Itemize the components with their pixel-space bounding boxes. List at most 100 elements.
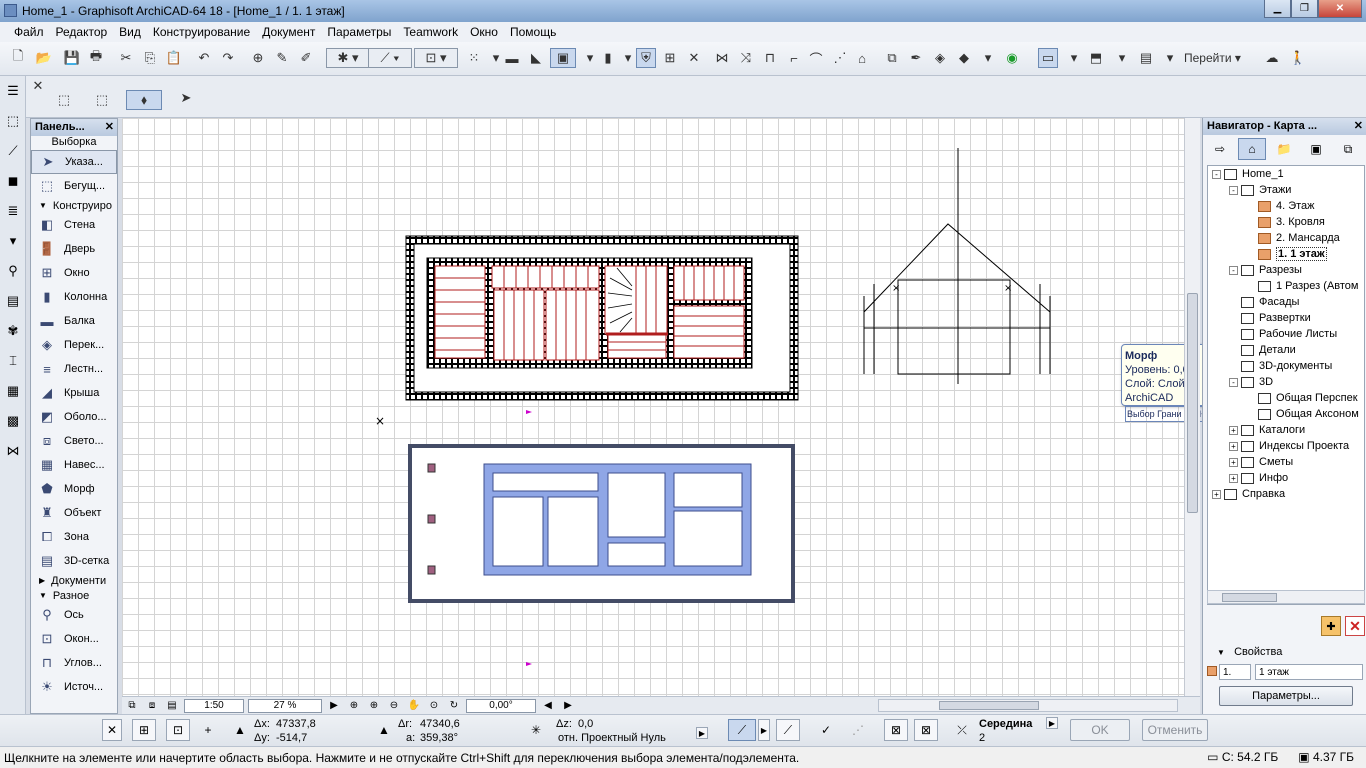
snap-guides-icon[interactable]: ✱ ▾ — [326, 48, 370, 68]
guide-lines-icon[interactable]: ⟋ ▾ — [368, 48, 412, 68]
tool-beam[interactable]: ▬ Балка — [31, 309, 117, 333]
tool-wall[interactable]: ◧ Стена — [31, 213, 117, 237]
elevation-icon[interactable]: ✳ — [526, 719, 546, 741]
layer-icon[interactable]: ◣ — [526, 48, 546, 68]
undo-icon[interactable]: ↶ — [194, 48, 214, 68]
menu-edit[interactable]: Редактор — [50, 25, 114, 39]
dropdown-icon[interactable]: ▾ — [1160, 48, 1180, 68]
snap-dropdown-icon[interactable]: ▶ — [1046, 717, 1058, 729]
view-map-icon[interactable]: ⧉ — [123, 699, 141, 713]
layers-icon[interactable]: ≣ — [2, 200, 24, 222]
scroll-thumb[interactable] — [1187, 293, 1198, 513]
tool-door[interactable]: 🚪 Дверь — [31, 237, 117, 261]
layout-book-icon[interactable]: ▣ — [1302, 138, 1330, 160]
pen-icon[interactable]: ▾ — [2, 230, 24, 252]
pen-set-icon[interactable]: ✒ — [906, 48, 926, 68]
doc-icon[interactable]: ▤ — [2, 290, 24, 312]
view-icon[interactable]: ⧈ — [143, 699, 161, 713]
dropdown-icon[interactable]: ▾ — [1064, 48, 1084, 68]
open-file-icon[interactable]: 📂 — [34, 48, 54, 68]
construct-section[interactable]: ▼ Конструиро — [31, 198, 117, 213]
cancel-button[interactable]: Отменить — [1142, 719, 1208, 741]
tree-item[interactable]: + Справка — [1208, 486, 1364, 502]
suspend-groups-icon[interactable]: ⛨ — [636, 48, 656, 68]
tree-item[interactable]: Общая Перспек — [1208, 390, 1364, 406]
rect-select-icon[interactable]: ⬚ — [54, 90, 74, 110]
tree-item[interactable]: + Инфо — [1208, 470, 1364, 486]
dropdown-icon[interactable]: ▾ — [580, 48, 600, 68]
properties-header[interactable]: ▼ Свойства — [1217, 646, 1282, 658]
tool-corner[interactable]: ⊓ Углов... — [31, 651, 117, 675]
render-icon[interactable]: ◈ — [930, 48, 950, 68]
check-icon[interactable]: ✓ — [816, 719, 836, 741]
collapse-icon[interactable]: - — [1212, 169, 1221, 179]
menu-document[interactable]: Документ — [256, 25, 321, 39]
polar-icon[interactable]: ▲ — [376, 719, 392, 741]
snap-special-icon[interactable]: ⟋ — [776, 719, 800, 741]
fit-window-icon[interactable]: ⊙ — [425, 699, 443, 713]
close-icon[interactable]: ✕ — [28, 76, 48, 96]
tree-item[interactable]: - Home_1 — [1208, 166, 1364, 182]
parameters-button[interactable]: Параметры... — [1219, 686, 1353, 706]
snap-points-icon[interactable]: ⊡ ▾ — [414, 48, 458, 68]
floor-plan-icon[interactable]: ▭ — [1038, 48, 1058, 68]
save-icon[interactable]: 💾 — [62, 48, 82, 68]
zoom-in-icon[interactable]: ⊕ — [365, 699, 383, 713]
tool-lamp[interactable]: ☀ Источ... — [31, 675, 117, 699]
construction-grid-icon[interactable]: ⊡ — [166, 719, 190, 741]
tree-item[interactable]: 3. Кровля — [1208, 214, 1364, 230]
ok-button[interactable]: OK — [1070, 719, 1130, 741]
marker-icon[interactable]: ▮ — [598, 48, 618, 68]
tree-item[interactable]: 3D-документы — [1208, 358, 1364, 374]
tool-marquee[interactable]: ⬚ Бегущ... — [31, 174, 117, 198]
story-name-field[interactable]: 1 этаж — [1255, 664, 1363, 680]
3d-window-icon[interactable]: ⬒ — [1086, 48, 1106, 68]
maximize-button[interactable]: ❐ — [1291, 0, 1318, 18]
tool-wall-end[interactable]: ⊡ Окон... — [31, 627, 117, 651]
material-icon[interactable]: ◆ — [954, 48, 974, 68]
tool-stair[interactable]: ≡ Лестн... — [31, 357, 117, 381]
scale-field[interactable]: 1:50 — [184, 698, 244, 713]
paste-icon[interactable]: 📋 — [164, 48, 184, 68]
chart-icon[interactable]: ▩ — [2, 410, 24, 432]
divide-icon[interactable]: ⋰ — [848, 719, 868, 741]
zoom-arrow-icon[interactable]: ▶ — [325, 699, 343, 713]
tree-item[interactable]: Фасады — [1208, 294, 1364, 310]
magic-wand-icon[interactable]: ⊠ — [914, 719, 938, 741]
collapse-icon[interactable]: - — [1229, 185, 1238, 195]
cloud-icon[interactable]: ☁ — [1262, 48, 1282, 68]
goto-menu[interactable]: Перейти ▾ — [1184, 48, 1246, 68]
tool-morph[interactable]: ⬟ Морф — [31, 477, 117, 501]
document-section[interactable]: ▶ Документи — [31, 573, 117, 588]
offset-icon[interactable]: ⌒ — [806, 48, 826, 68]
snap-value[interactable]: 2 — [979, 732, 985, 744]
graph-icon[interactable]: ⋈ — [2, 440, 24, 462]
group-icon[interactable]: ⧉ — [882, 48, 902, 68]
ruler-icon[interactable]: ⟋ — [2, 140, 24, 162]
tool-slab[interactable]: ◈ Перек... — [31, 333, 117, 357]
minimize-button[interactable]: ▁ — [1264, 0, 1291, 18]
marquee-icon[interactable]: ⬚ — [92, 90, 112, 110]
cut-icon[interactable]: ✂ — [116, 48, 136, 68]
eraser-icon[interactable]: ⬧ — [126, 90, 162, 110]
tool-shell[interactable]: ◩ Оболо... — [31, 405, 117, 429]
tool-skylight[interactable]: ⧈ Свето... — [31, 429, 117, 453]
floor-plan-canvas[interactable]: × × × — [122, 118, 1200, 696]
publisher-icon[interactable]: ⧉ — [1334, 138, 1362, 160]
tree-item[interactable]: 1. 1 этаж — [1208, 246, 1364, 262]
trim-icon[interactable]: ⊞ — [660, 48, 680, 68]
expand-icon[interactable]: + — [1229, 441, 1238, 451]
tree-item[interactable]: + Индексы Проекта — [1208, 438, 1364, 454]
eyedropper-icon[interactable]: ✎ — [272, 48, 292, 68]
tree-item[interactable]: + Сметы — [1208, 454, 1364, 470]
walk-icon[interactable]: 🚶 — [1288, 48, 1308, 68]
collapse-icon[interactable]: - — [1229, 265, 1238, 275]
copy-icon[interactable]: ⎘ — [140, 48, 160, 68]
dx-value[interactable]: 47337,8 — [276, 718, 316, 730]
edit-icon[interactable]: ⋰ — [830, 48, 850, 68]
relative-icon[interactable]: ▲ — [232, 719, 248, 741]
tree-item[interactable]: Рабочие Листы — [1208, 326, 1364, 342]
scroll-thumb[interactable] — [1222, 593, 1277, 602]
tree-item[interactable]: Детали — [1208, 342, 1364, 358]
misc-section[interactable]: ▼ Разное — [31, 588, 117, 603]
